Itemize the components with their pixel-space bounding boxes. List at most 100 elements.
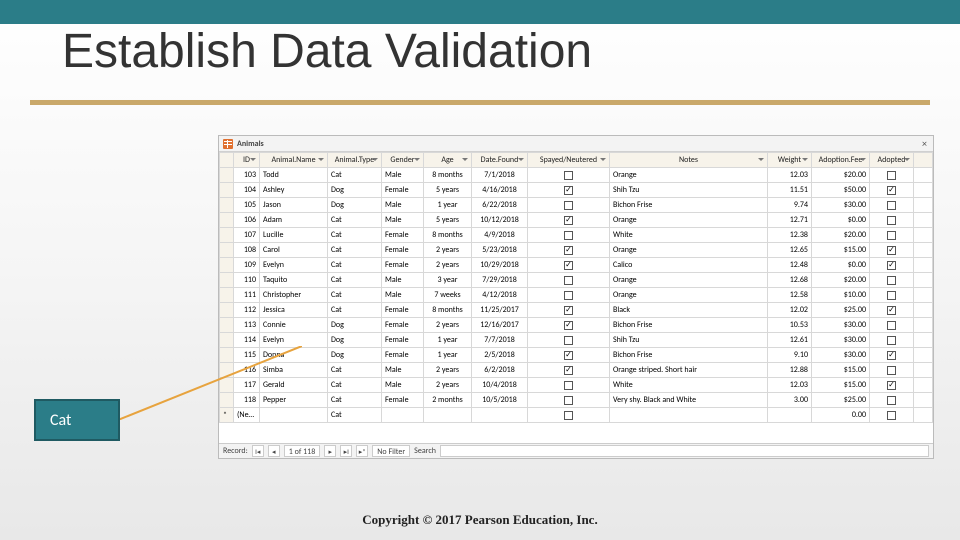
cell-notes[interactable]: Shih Tzu	[610, 183, 768, 198]
cell-gender[interactable]: Female	[382, 333, 424, 348]
cell-fee[interactable]: $20.00	[812, 273, 870, 288]
table-row[interactable]: 109EvelynCatFemale2 years10/29/2018Calic…	[220, 258, 933, 273]
cell-adopted[interactable]	[870, 288, 914, 303]
checkbox-icon[interactable]	[887, 351, 896, 360]
nav-new-button[interactable]: ▸*	[356, 445, 368, 457]
cell-date[interactable]: 5/23/2018	[472, 243, 528, 258]
cell-id[interactable]: 111	[234, 288, 260, 303]
nav-prev-button[interactable]: ◂	[268, 445, 280, 457]
cell-fee[interactable]: $0.00	[812, 258, 870, 273]
checkbox-icon[interactable]	[564, 321, 573, 330]
cell-id[interactable]: 105	[234, 198, 260, 213]
new-row[interactable]: *(New)Cat0.00	[220, 408, 933, 423]
cell-adopted[interactable]	[870, 273, 914, 288]
cell-name[interactable]: Jessica	[260, 303, 328, 318]
cell-type[interactable]: Dog	[328, 348, 382, 363]
cell-age[interactable]: 2 years	[424, 258, 472, 273]
cell-gender[interactable]: Female	[382, 393, 424, 408]
row-selector[interactable]	[220, 288, 234, 303]
cell-id[interactable]: 110	[234, 273, 260, 288]
cell-adopted[interactable]	[870, 213, 914, 228]
cell-gender[interactable]: Female	[382, 303, 424, 318]
cell-weight[interactable]: 12.65	[768, 243, 812, 258]
cell-name[interactable]: Connie	[260, 318, 328, 333]
cell-weight[interactable]: 12.58	[768, 288, 812, 303]
cell-notes[interactable]: Orange	[610, 168, 768, 183]
checkbox-icon[interactable]	[564, 216, 573, 225]
cell-id[interactable]: 104	[234, 183, 260, 198]
cell-extra[interactable]	[914, 393, 933, 408]
table-row[interactable]: 116SimbaCatMale2 years6/2/2018Orange str…	[220, 363, 933, 378]
cell-extra[interactable]	[914, 183, 933, 198]
cell-extra[interactable]	[914, 378, 933, 393]
cell-gender[interactable]: Female	[382, 258, 424, 273]
cell-name[interactable]: Gerald	[260, 378, 328, 393]
cell-gender[interactable]: Male	[382, 213, 424, 228]
cell-id[interactable]: 116	[234, 363, 260, 378]
column-header[interactable]: Adoption.Fee	[812, 153, 870, 168]
table-row[interactable]: 106AdamCatMale5 years10/12/2018Orange12.…	[220, 213, 933, 228]
table-row[interactable]: 114EvelynDogFemale1 year7/7/2018Shih Tzu…	[220, 333, 933, 348]
cell-age[interactable]	[424, 408, 472, 423]
cell-fee[interactable]: $30.00	[812, 333, 870, 348]
cell-adopted[interactable]	[870, 333, 914, 348]
cell-age[interactable]: 1 year	[424, 348, 472, 363]
cell-notes[interactable]: Orange striped. Short hair	[610, 363, 768, 378]
row-selector[interactable]	[220, 213, 234, 228]
cell-fee[interactable]: $30.00	[812, 318, 870, 333]
cell-id[interactable]: 108	[234, 243, 260, 258]
cell-fee[interactable]: $15.00	[812, 243, 870, 258]
cell-extra[interactable]	[914, 198, 933, 213]
table-row[interactable]: 108CarolCatFemale2 years5/23/2018Orange1…	[220, 243, 933, 258]
cell-name[interactable]: Adam	[260, 213, 328, 228]
cell-gender[interactable]: Male	[382, 168, 424, 183]
row-selector[interactable]	[220, 333, 234, 348]
row-selector[interactable]	[220, 243, 234, 258]
cell-adopted[interactable]	[870, 168, 914, 183]
cell-spayed[interactable]	[528, 198, 610, 213]
checkbox-icon[interactable]	[887, 336, 896, 345]
cell-age[interactable]: 2 years	[424, 363, 472, 378]
cell-adopted[interactable]	[870, 183, 914, 198]
table-row[interactable]: 107LucilleCatFemale8 months4/9/2018White…	[220, 228, 933, 243]
cell-id[interactable]: 114	[234, 333, 260, 348]
row-selector[interactable]	[220, 348, 234, 363]
checkbox-icon[interactable]	[564, 291, 573, 300]
checkbox-icon[interactable]	[887, 201, 896, 210]
cell-extra[interactable]	[914, 213, 933, 228]
cell-type[interactable]: Cat	[328, 378, 382, 393]
cell-gender[interactable]	[382, 408, 424, 423]
checkbox-icon[interactable]	[887, 261, 896, 270]
checkbox-icon[interactable]	[887, 171, 896, 180]
cell-name[interactable]: Carol	[260, 243, 328, 258]
column-header[interactable]: Animal.Type	[328, 153, 382, 168]
cell-fee[interactable]: $15.00	[812, 363, 870, 378]
checkbox-icon[interactable]	[887, 291, 896, 300]
cell-spayed[interactable]	[528, 168, 610, 183]
column-header[interactable]: Date.Found	[472, 153, 528, 168]
nav-search-input[interactable]	[440, 445, 929, 457]
cell-type[interactable]: Cat	[328, 243, 382, 258]
checkbox-icon[interactable]	[887, 396, 896, 405]
column-header[interactable]: ID	[234, 153, 260, 168]
table-row[interactable]: 110TaquitoCatMale3 year7/29/2018Orange12…	[220, 273, 933, 288]
row-selector[interactable]	[220, 168, 234, 183]
cell-extra[interactable]	[914, 168, 933, 183]
cell-extra[interactable]	[914, 243, 933, 258]
column-header[interactable]: Notes	[610, 153, 768, 168]
checkbox-icon[interactable]	[564, 186, 573, 195]
cell-gender[interactable]: Female	[382, 318, 424, 333]
cell-fee[interactable]: $25.00	[812, 303, 870, 318]
cell-gender[interactable]: Female	[382, 243, 424, 258]
cell-date[interactable]: 10/29/2018	[472, 258, 528, 273]
cell-spayed[interactable]	[528, 258, 610, 273]
checkbox-icon[interactable]	[564, 261, 573, 270]
cell-weight[interactable]: 12.88	[768, 363, 812, 378]
cell-notes[interactable]: Bichon Frise	[610, 198, 768, 213]
cell-extra[interactable]	[914, 288, 933, 303]
cell-spayed[interactable]	[528, 243, 610, 258]
row-selector[interactable]	[220, 183, 234, 198]
cell-spayed[interactable]	[528, 273, 610, 288]
cell-id[interactable]: 118	[234, 393, 260, 408]
cell-weight[interactable]: 12.61	[768, 333, 812, 348]
